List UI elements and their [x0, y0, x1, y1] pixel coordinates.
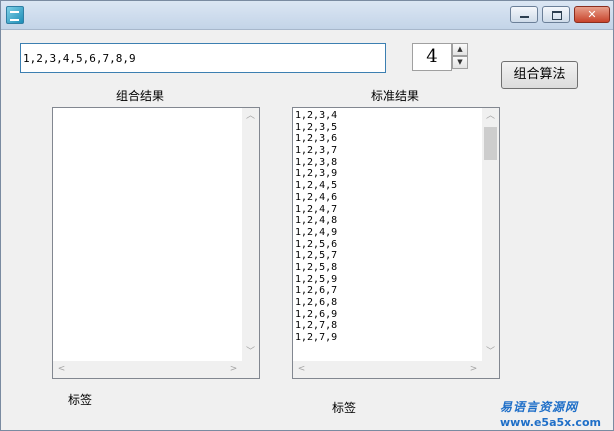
- list-item[interactable]: 1,2,3,7: [295, 145, 480, 157]
- app-icon[interactable]: [6, 6, 24, 24]
- minimize-button[interactable]: [510, 6, 538, 23]
- close-icon: ✕: [587, 8, 597, 21]
- spinner-up-icon[interactable]: ▲: [452, 43, 468, 56]
- main-window: ✕ 4 ▲ ▼ 组合算法 组合结果 标准结果 ︿ ﹀ < > 1,2,3,41,…: [0, 0, 614, 431]
- combination-algorithm-button[interactable]: 组合算法: [501, 61, 578, 89]
- title-bar[interactable]: ✕: [1, 1, 613, 30]
- maximize-button[interactable]: [542, 6, 570, 23]
- list-item[interactable]: 1,2,3,4: [295, 110, 480, 122]
- list-item[interactable]: 1,2,3,9: [295, 168, 480, 180]
- scroll-left-icon[interactable]: <: [53, 361, 70, 378]
- scroll-left-icon[interactable]: <: [293, 361, 310, 378]
- count-spinner-buttons: ▲ ▼: [452, 43, 468, 69]
- standard-result-caption: 标准结果: [371, 89, 420, 103]
- scrollbar-thumb[interactable]: [484, 127, 497, 160]
- watermark-url: www.e5a5x.com: [500, 416, 601, 429]
- list-item[interactable]: 1,2,7,9: [295, 332, 480, 344]
- vertical-scrollbar[interactable]: ︿ ﹀: [242, 108, 259, 361]
- list-item[interactable]: 1,2,4,5: [295, 180, 480, 192]
- combination-result-items: [55, 110, 240, 361]
- list-item[interactable]: 1,2,6,7: [295, 285, 480, 297]
- standard-result-list[interactable]: 1,2,3,4 1,2,3,5 1,2,3,6 1,2,3,7 1,2,3,8 1,2,3…: [292, 107, 500, 379]
- list-item[interactable]: 1,2,5,7: [295, 250, 480, 262]
- spinner-down-icon[interactable]: ▼: [452, 56, 468, 69]
- close-button[interactable]: ✕: [574, 6, 610, 23]
- list-item[interactable]: 1,2,4,6: [295, 192, 480, 204]
- list-item[interactable]: 1,2,5,6: [295, 239, 480, 251]
- list-item[interactable]: 1,2,7,8: [295, 320, 480, 332]
- list-item[interactable]: 1,2,3,6: [295, 133, 480, 145]
- scroll-up-icon[interactable]: ︿: [482, 108, 499, 125]
- scroll-right-icon[interactable]: >: [225, 361, 242, 378]
- list-item[interactable]: 1,2,4,7: [295, 204, 480, 216]
- standard-result-items: 1,2,3,4 1,2,3,5 1,2,3,6 1,2,3,7 1,2,3,8 1,2,3…: [295, 110, 480, 361]
- list-item[interactable]: 1,2,3,8: [295, 157, 480, 169]
- horizontal-scrollbar[interactable]: < >: [53, 361, 259, 378]
- label-right: 标签: [332, 401, 357, 415]
- list-item[interactable]: 1,2,6,8: [295, 297, 480, 309]
- list-item[interactable]: 1,2,5,9: [295, 274, 480, 286]
- scroll-down-icon[interactable]: ﹀: [482, 344, 499, 361]
- list-item[interactable]: 1,2,4,8: [295, 215, 480, 227]
- maximize-icon: [552, 11, 562, 20]
- scroll-up-icon[interactable]: ︿: [242, 108, 259, 125]
- list-item[interactable]: 1,2,3,5: [295, 122, 480, 134]
- combination-result-caption: 组合结果: [116, 89, 165, 103]
- watermark-text: 易语言资源网 www.e5a5x.com: [500, 398, 601, 429]
- numbers-input[interactable]: [20, 43, 386, 73]
- minimize-icon: [520, 16, 529, 18]
- scroll-down-icon[interactable]: ﹀: [242, 344, 259, 361]
- label-left: 标签: [68, 393, 93, 407]
- list-item[interactable]: 1,2,6,9: [295, 309, 480, 321]
- horizontal-scrollbar[interactable]: < >: [293, 361, 499, 378]
- scroll-right-icon[interactable]: >: [465, 361, 482, 378]
- watermark-title: 易语言资源网: [500, 400, 579, 414]
- list-item[interactable]: 1,2,5,8: [295, 262, 480, 274]
- combination-result-list[interactable]: ︿ ﹀ < >: [52, 107, 260, 379]
- count-spinner-value[interactable]: 4: [412, 43, 452, 71]
- vertical-scrollbar[interactable]: ︿ ﹀: [482, 108, 499, 361]
- list-item[interactable]: 1,2,4,9: [295, 227, 480, 239]
